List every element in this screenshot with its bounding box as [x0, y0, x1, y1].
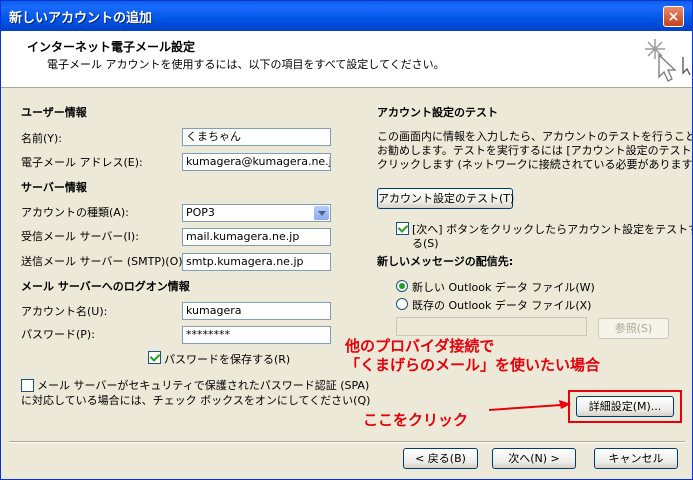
new-data-file-label[interactable]: 新しい Outlook データ ファイル(W): [412, 279, 595, 295]
logon-info-heading: メール サーバーへのログオン情報: [21, 280, 190, 293]
user-info-heading: ユーザー情報: [21, 106, 87, 119]
account-name-label: アカウント名(U):: [21, 305, 108, 318]
browse-button[interactable]: 参照(S): [598, 318, 669, 339]
dialog-window: 新しいアカウントの追加 × インターネット電子メール設定 電子メール アカウント…: [0, 0, 693, 480]
password-input[interactable]: ********: [182, 326, 331, 344]
auto-test-label-line1[interactable]: [次へ] ボタンをクリックしたらアカウント設定をテストす: [412, 221, 692, 237]
close-icon: ×: [667, 9, 680, 25]
test-account-button[interactable]: アカウント設定のテスト(T): [377, 188, 514, 209]
delivery-heading: 新しいメッセージの配信先:: [377, 255, 514, 268]
title-bar: 新しいアカウントの追加 ×: [1, 1, 692, 31]
back-button[interactable]: < 戻る(B): [403, 448, 478, 469]
header-title: インターネット電子メール設定: [27, 40, 196, 54]
incoming-server-input[interactable]: mail.kumagera.ne.jp: [182, 228, 331, 246]
spa-label-line2[interactable]: に対応している場合には、チェック ボックスをオンにしてください(Q): [21, 392, 370, 408]
annotation-line1: 他のプロバイダ接続で: [345, 337, 495, 355]
existing-data-file-label[interactable]: 既存の Outlook データ ファイル(X): [412, 297, 591, 313]
data-file-path-input[interactable]: [396, 317, 587, 336]
password-label: パスワード(P):: [21, 328, 95, 341]
spa-checkbox[interactable]: [21, 379, 34, 392]
save-password-checkbox[interactable]: [148, 351, 161, 364]
account-type-label: アカウントの種類(A):: [21, 206, 129, 219]
annotation-line2: 「くまげらのメール」を使いたい場合: [345, 356, 601, 374]
spa-label-line1[interactable]: メール サーバーがセキュリティで保護されたパスワード認証 (SPA): [37, 377, 369, 393]
annotation-text: 他のプロバイダ接続で 「くまげらのメール」を使いたい場合: [345, 337, 600, 375]
test-heading: アカウント設定のテスト: [377, 106, 498, 119]
account-name-input[interactable]: kumagera: [182, 302, 331, 320]
window-title: 新しいアカウントの追加: [9, 11, 153, 26]
email-input[interactable]: kumagera@kumagera.ne.jp: [182, 153, 331, 171]
outgoing-server-input[interactable]: smtp.kumagera.ne.jp: [182, 253, 331, 271]
header-subtitle: 電子メール アカウントを使用するには、以下の項目をすべて設定してください。: [47, 58, 445, 71]
more-settings-button[interactable]: 詳細設定(M)...: [576, 396, 674, 417]
auto-test-label-line2[interactable]: る(S): [412, 235, 439, 251]
chevron-down-icon[interactable]: [314, 206, 329, 220]
existing-data-file-radio[interactable]: [396, 298, 408, 310]
wizard-header: インターネット電子メール設定 電子メール アカウントを使用するには、以下の項目を…: [1, 31, 692, 88]
server-info-heading: サーバー情報: [21, 181, 87, 194]
next-button[interactable]: 次へ(N) >: [492, 448, 576, 469]
email-label: 電子メール アドレス(E):: [21, 156, 143, 169]
footer-divider: [9, 441, 685, 443]
name-label: 名前(Y):: [21, 132, 63, 145]
new-data-file-radio[interactable]: [396, 280, 408, 292]
wizard-cursor-icon: [645, 39, 691, 82]
incoming-server-label: 受信メール サーバー(I):: [21, 230, 139, 243]
outgoing-server-label: 送信メール サーバー (SMTP)(O):: [21, 255, 187, 268]
save-password-label[interactable]: パスワードを保存する(R): [164, 351, 290, 367]
annotation-arrow-icon: [489, 400, 571, 411]
test-desc-line3: クリックします (ネットワークに接続されている必要があります)。: [377, 158, 693, 171]
close-button[interactable]: ×: [663, 6, 684, 27]
account-type-value: POP3: [186, 206, 215, 219]
name-input[interactable]: くまちゃん: [182, 128, 331, 146]
auto-test-checkbox[interactable]: [396, 222, 409, 235]
annotation-click-here: ここをクリック: [363, 411, 469, 429]
cancel-button[interactable]: キャンセル: [594, 448, 678, 469]
account-type-select[interactable]: POP3: [182, 204, 331, 222]
